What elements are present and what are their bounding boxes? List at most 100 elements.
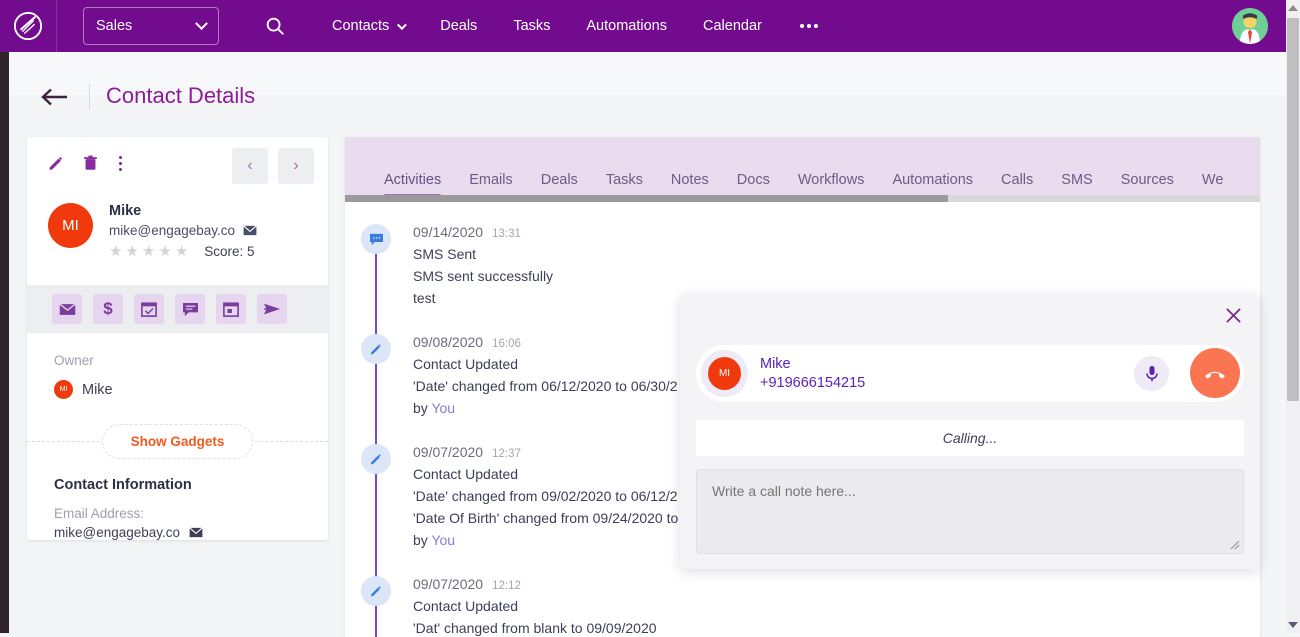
- chevron-left-icon: ‹: [247, 157, 253, 174]
- contact-information-section: Contact Information Email Address: mike@…: [27, 464, 328, 540]
- add-task-button[interactable]: [134, 294, 164, 324]
- nav-label: Calendar: [703, 18, 762, 34]
- mute-microphone-button[interactable]: [1134, 356, 1169, 391]
- engagebay-logo-icon: [13, 11, 43, 41]
- page-scrollbar-thumb[interactable]: [1287, 18, 1299, 401]
- back-button[interactable]: [39, 85, 73, 109]
- contact-score: Score: 5: [204, 244, 255, 259]
- timeline-icon-wrap: [361, 576, 391, 606]
- detail-tabs: Activities Emails Deals Tasks Notes Docs…: [345, 137, 1260, 202]
- app-switcher-label: Sales: [96, 18, 133, 34]
- timeline-date: 09/07/2020: [413, 576, 484, 592]
- timeline-title: Contact Updated: [413, 598, 519, 614]
- dollar-icon: $: [103, 299, 113, 318]
- send-email-button[interactable]: [52, 294, 82, 324]
- nav-item-contacts[interactable]: Contacts: [314, 18, 422, 34]
- timeline-detail: test: [413, 290, 436, 306]
- delete-contact-button[interactable]: [75, 148, 105, 178]
- timeline-detail: SMS sent successfully: [413, 268, 554, 284]
- show-gadgets-button[interactable]: Show Gadgets: [101, 423, 254, 459]
- avatar-initials: MI: [62, 217, 79, 234]
- page-scrollbar[interactable]: [1286, 0, 1300, 633]
- call-dialog: MI Mike +919666154215 Calling...: [680, 294, 1260, 569]
- timeline-date: 09/08/2020: [413, 334, 484, 350]
- collapsed-sidebar-rail[interactable]: [0, 52, 9, 633]
- email-address-value: mike@engagebay.co: [54, 525, 181, 540]
- contact-identity: MI Mike mike@engagebay.co ★ ★ ★ ★ ★ Scor…: [27, 189, 328, 285]
- previous-contact-button[interactable]: ‹: [232, 148, 268, 184]
- star-icon[interactable]: ★: [142, 244, 155, 259]
- envelope-icon[interactable]: [243, 225, 257, 236]
- nav-more-button[interactable]: [780, 24, 838, 28]
- timeline-time: 12:37: [492, 448, 521, 460]
- primary-nav: Contacts Deals Tasks Automations Calenda…: [314, 18, 838, 34]
- scroll-up-arrow-icon: [1288, 5, 1298, 11]
- sms-icon: [369, 233, 383, 245]
- timeline-time: 13:31: [492, 228, 521, 240]
- hangup-phone-icon: [1205, 371, 1225, 379]
- user-avatar[interactable]: [1232, 8, 1268, 44]
- add-deal-button[interactable]: $: [93, 294, 123, 324]
- timeline-detail: 'Date Of Birth' changed from 09/24/2020 …: [413, 510, 679, 526]
- schedule-event-button[interactable]: [216, 294, 246, 324]
- pencil-icon: [370, 586, 381, 597]
- contact-name: Mike: [109, 203, 142, 219]
- pencil-icon: [370, 344, 381, 355]
- scroll-down-arrow-icon: [1288, 622, 1298, 628]
- timeline-date: 09/07/2020: [413, 444, 484, 460]
- timeline-detail: 'Date' changed from 09/02/2020 to 06/12/…: [413, 488, 678, 504]
- calendar-check-icon: [141, 302, 157, 317]
- search-button[interactable]: [263, 14, 287, 38]
- timeline-by-prefix: by: [413, 532, 432, 548]
- timeline-title: SMS Sent: [413, 246, 477, 262]
- nav-item-calendar[interactable]: Calendar: [685, 18, 780, 34]
- scroll-up-button[interactable]: [1286, 0, 1300, 16]
- nav-item-tasks[interactable]: Tasks: [495, 18, 568, 34]
- app-switcher-dropdown[interactable]: Sales: [83, 7, 219, 45]
- timeline-title: Contact Updated: [413, 466, 519, 482]
- call-note-input[interactable]: [696, 469, 1244, 554]
- star-icon[interactable]: ★: [109, 244, 122, 259]
- timeline-by-prefix: by: [413, 400, 432, 416]
- timeline-author-link[interactable]: You: [431, 400, 455, 416]
- scroll-down-button[interactable]: [1286, 617, 1300, 633]
- contact-owner-section: Owner MI Mike: [27, 333, 328, 399]
- contact-more-button[interactable]: [109, 155, 132, 171]
- hangup-call-button[interactable]: [1190, 348, 1240, 398]
- nav-item-deals[interactable]: Deals: [422, 18, 495, 34]
- contact-information-title: Contact Information: [54, 477, 192, 493]
- next-contact-button[interactable]: ›: [278, 148, 314, 184]
- dots-vertical-icon: [119, 167, 122, 171]
- add-note-button[interactable]: [175, 294, 205, 324]
- tabs-scrollbar[interactable]: [345, 195, 1260, 202]
- send-message-button[interactable]: [257, 294, 287, 324]
- ellipsis-icon: [806, 24, 811, 28]
- dots-vertical-icon: [119, 161, 122, 165]
- call-status-text: Calling...: [696, 420, 1244, 456]
- timeline-title: Contact Updated: [413, 356, 519, 372]
- contact-rating[interactable]: ★ ★ ★ ★ ★: [109, 244, 188, 259]
- call-avatar-wrap: MI: [701, 350, 748, 397]
- app-logo[interactable]: [0, 0, 57, 52]
- avatar-initials: MI: [718, 368, 731, 379]
- nav-label: Tasks: [513, 18, 551, 34]
- timeline-icon-wrap: [361, 334, 391, 364]
- owner-avatar: MI: [54, 380, 73, 399]
- star-icon[interactable]: ★: [158, 244, 171, 259]
- star-icon[interactable]: ★: [175, 244, 188, 259]
- timeline-author-row: by You: [413, 400, 678, 416]
- tabs-scrollbar-thumb[interactable]: [345, 195, 948, 202]
- edit-contact-button[interactable]: [41, 148, 71, 178]
- star-icon[interactable]: ★: [125, 244, 138, 259]
- timeline-date: 09/14/2020: [413, 224, 484, 240]
- microphone-icon: [1145, 365, 1158, 381]
- close-call-dialog-button[interactable]: [1222, 304, 1244, 326]
- nav-item-automations[interactable]: Automations: [568, 18, 685, 34]
- timeline-author-link[interactable]: You: [431, 532, 455, 548]
- envelope-icon[interactable]: [189, 527, 203, 538]
- owner-row[interactable]: MI Mike: [54, 380, 328, 399]
- show-gadgets-wrap: Show Gadgets: [27, 418, 328, 464]
- timeline-icon-wrap: [361, 444, 391, 474]
- chat-icon: [182, 302, 198, 316]
- contact-card-toolbar: ‹ ›: [27, 137, 328, 189]
